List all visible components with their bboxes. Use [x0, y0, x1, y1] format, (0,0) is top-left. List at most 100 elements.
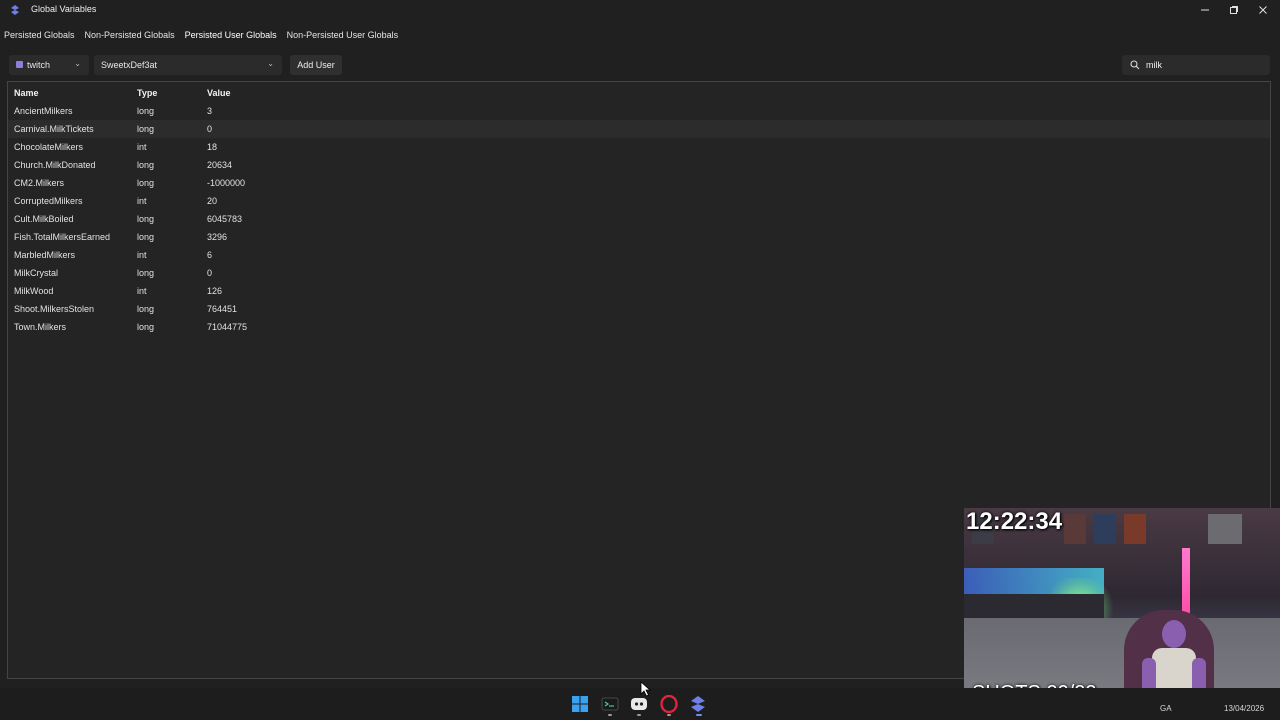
webcam-overlay: 12:22:34 SHOTS 20/22: [964, 508, 1280, 706]
window-title: Global Variables: [31, 4, 97, 14]
variable-type-cell: int: [137, 250, 147, 260]
language-indicator[interactable]: GA: [1160, 704, 1172, 713]
running-indicator: [637, 714, 641, 716]
table-row[interactable]: CorruptedMilkers int 20: [8, 192, 1270, 210]
variable-name-cell: CM2.Milkers: [14, 178, 65, 188]
variable-type-cell: long: [137, 322, 155, 332]
active-indicator: [696, 714, 702, 716]
variable-value-cell: 18: [207, 142, 218, 152]
variable-type-cell: long: [137, 106, 155, 116]
variable-value-cell: 126: [207, 286, 223, 296]
variable-type-cell: int: [137, 196, 147, 206]
tab-strip: Persisted Globals Non-Persisted Globals …: [0, 28, 404, 46]
minimize-icon: [1201, 9, 1209, 11]
opera-icon[interactable]: [660, 695, 678, 713]
variable-value-cell: 71044775: [207, 322, 248, 332]
tray-date[interactable]: 13/04/2026: [1224, 704, 1264, 713]
variable-value-cell: 0: [207, 124, 213, 134]
variable-name-cell: CorruptedMilkers: [14, 196, 83, 206]
terminal-icon[interactable]: [601, 695, 619, 713]
chevron-down-icon: ⌄: [74, 59, 81, 68]
tab-non-persisted-globals[interactable]: Non-Persisted Globals: [81, 28, 179, 46]
mouse-cursor-icon: [640, 681, 652, 697]
search-box[interactable]: [1122, 55, 1270, 75]
close-button[interactable]: [1248, 0, 1278, 20]
table-header: Name Type Value: [8, 82, 1270, 102]
variable-value-cell: 20634: [207, 160, 233, 170]
variable-name-cell: Carnival.MilkTickets: [14, 124, 94, 134]
column-header-type[interactable]: Type: [137, 88, 157, 98]
variable-name-cell: MarbledMilkers: [14, 250, 76, 260]
table-row[interactable]: MarbledMilkers int 6: [8, 246, 1270, 264]
search-input[interactable]: [1146, 58, 1264, 72]
streamerbot-icon: [11, 5, 19, 15]
maximize-button[interactable]: [1219, 0, 1249, 20]
variable-name-cell: MilkWood: [14, 286, 54, 296]
variable-type-cell: long: [137, 160, 155, 170]
table-row[interactable]: Cult.MilkBoiled long 6045783: [8, 210, 1270, 228]
column-header-name[interactable]: Name: [14, 88, 39, 98]
streamerbot-icon[interactable]: [689, 695, 707, 713]
table-row[interactable]: Fish.TotalMilkersEarned long 3296: [8, 228, 1270, 246]
table-row[interactable]: Shoot.MilkersStolen long 764451: [8, 300, 1270, 318]
variable-type-cell: int: [137, 286, 147, 296]
variable-value-cell: 6045783: [207, 214, 243, 224]
variable-value-cell: 3: [207, 106, 213, 116]
running-indicator: [608, 714, 612, 716]
table-row[interactable]: Church.MilkDonated long 20634: [8, 156, 1270, 174]
variable-value-cell: 764451: [207, 304, 238, 314]
variable-type-cell: int: [137, 142, 147, 152]
variable-name-cell: Cult.MilkBoiled: [14, 214, 74, 224]
variable-name-cell: Church.MilkDonated: [14, 160, 96, 170]
tab-non-persisted-user-globals[interactable]: Non-Persisted User Globals: [283, 28, 403, 46]
table-row[interactable]: ChocolateMilkers int 18: [8, 138, 1270, 156]
search-icon: [1130, 60, 1140, 70]
user-value: SweetxDef3at: [101, 60, 158, 70]
variable-name-cell: Town.Milkers: [14, 322, 67, 332]
stream-clock: 12:22:34: [966, 508, 1063, 535]
table-row[interactable]: Town.Milkers long 71044775: [8, 318, 1270, 336]
variable-value-cell: 0: [207, 268, 213, 278]
poster-image: [1094, 514, 1116, 544]
windows-start-icon[interactable]: [571, 695, 589, 713]
variable-value-cell: 20: [207, 196, 218, 206]
variable-name-cell: Fish.TotalMilkersEarned: [14, 232, 111, 242]
twitch-icon: [16, 61, 23, 68]
variable-value-cell: -1000000: [207, 178, 246, 188]
variable-name-cell: AncientMilkers: [14, 106, 73, 116]
poster-image: [1124, 514, 1146, 544]
app-window: Global Variables Persisted Globals Non-P…: [0, 0, 1280, 720]
chevron-down-icon: ⌄: [267, 59, 274, 68]
variable-name-cell: MilkCrystal: [14, 268, 58, 278]
variable-value-cell: 6: [207, 250, 213, 260]
platform-value: twitch: [27, 60, 51, 70]
variable-value-cell: 3296: [207, 232, 228, 242]
table-row[interactable]: AncientMilkers long 3: [8, 102, 1270, 120]
table-row[interactable]: Carnival.MilkTickets long 0: [8, 120, 1270, 138]
column-header-value[interactable]: Value: [207, 88, 231, 98]
running-indicator: [667, 714, 671, 716]
variable-type-cell: long: [137, 268, 155, 278]
discord-icon[interactable]: [630, 695, 648, 713]
table-row[interactable]: MilkCrystal long 0: [8, 264, 1270, 282]
minimize-button[interactable]: [1190, 0, 1220, 20]
platform-dropdown[interactable]: twitch ⌄: [9, 55, 89, 75]
table-row[interactable]: MilkWood int 126: [8, 282, 1270, 300]
add-user-button[interactable]: Add User: [290, 55, 342, 75]
poster-image: [1208, 514, 1242, 544]
variable-type-cell: long: [137, 124, 155, 134]
variable-name-cell: Shoot.MilkersStolen: [14, 304, 95, 314]
table-row[interactable]: CM2.Milkers long -1000000: [8, 174, 1270, 192]
restore-icon: [1230, 6, 1238, 14]
user-dropdown[interactable]: SweetxDef3at ⌄: [94, 55, 282, 75]
variable-type-cell: long: [137, 214, 155, 224]
tab-persisted-user-globals[interactable]: Persisted User Globals: [181, 28, 281, 46]
variable-type-cell: long: [137, 178, 155, 188]
close-icon: [1259, 6, 1267, 14]
title-bar: Global Variables: [0, 0, 1280, 20]
variable-name-cell: ChocolateMilkers: [14, 142, 84, 152]
table-body: AncientMilkers long 3 Carnival.MilkTickets l…: [8, 102, 1270, 336]
tab-persisted-globals[interactable]: Persisted Globals: [0, 28, 79, 46]
variable-type-cell: long: [137, 304, 155, 314]
variable-type-cell: long: [137, 232, 155, 242]
